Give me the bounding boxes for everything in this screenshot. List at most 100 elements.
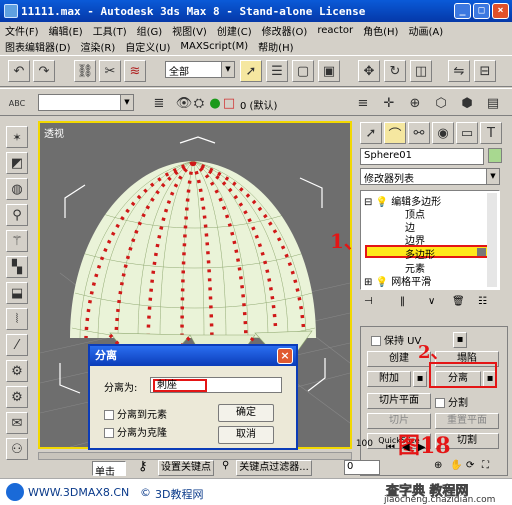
show-end-result-icon[interactable]: ‖	[400, 296, 405, 307]
pan-icon[interactable]: ✋	[450, 460, 462, 471]
preview-icon[interactable]: ⚇	[6, 438, 28, 460]
tab-utilities[interactable]: T	[480, 122, 502, 144]
stack-item-edit-poly[interactable]: ⊟ 💡 编辑多边形	[364, 193, 441, 208]
zoom-icon[interactable]: ⊕	[434, 460, 442, 471]
play-icon[interactable]: ▶	[418, 442, 426, 453]
orbit-icon[interactable]: ⟳	[466, 460, 474, 471]
rotate-icon[interactable]: ↻	[384, 60, 406, 82]
menu-maxscript[interactable]: MAXScript(M)	[175, 41, 253, 52]
mirror-icon[interactable]: ⇋	[448, 60, 470, 82]
named-selection-dropdown[interactable]: ▼	[38, 94, 134, 111]
cloth-icon[interactable]: ◍	[6, 178, 28, 200]
create-layer-icon[interactable]: ✛	[378, 92, 400, 114]
reset-plane-button[interactable]: 重置平面	[435, 413, 499, 429]
unlink-icon[interactable]: ✂	[99, 60, 121, 82]
rope-icon[interactable]: ⚚	[6, 230, 28, 252]
stack-item-polygon[interactable]: 多边形	[365, 245, 491, 261]
toy-car-icon[interactable]: ✉	[6, 412, 28, 434]
attach-list-button[interactable]: ▪	[413, 371, 427, 387]
deforming-mesh-icon[interactable]: ▚	[6, 256, 28, 278]
menu-file[interactable]: 文件(F)	[0, 23, 44, 38]
menu-create[interactable]: 创建(C)	[212, 23, 257, 38]
undo-icon[interactable]: ↶	[8, 60, 30, 82]
add-to-layer-icon[interactable]: ⊕	[404, 92, 426, 114]
object-color-swatch[interactable]	[488, 148, 502, 163]
wind-icon[interactable]: ⚙	[6, 386, 28, 408]
prev-frame-icon[interactable]: ◀	[402, 442, 410, 453]
tab-display[interactable]: ▭	[456, 122, 478, 144]
preserve-uv-settings-button[interactable]: ▪	[453, 332, 467, 348]
rigid-body-icon[interactable]: ◩	[6, 152, 28, 174]
layer-manager-icon[interactable]: ≣	[148, 92, 170, 114]
detach-to-element-checkbox[interactable]: 分离到元素	[104, 406, 167, 421]
modifier-stack[interactable]: ⊟ 💡 编辑多边形 顶点 边 边界 多边形 元素 ⊞ 💡 网格平滑	[360, 190, 500, 290]
detach-as-clone-checkbox[interactable]: 分离为克隆	[104, 424, 167, 439]
align-icon[interactable]: ⊟	[474, 60, 496, 82]
layer-value[interactable]: 0 (默认)	[240, 97, 277, 112]
menu-edit[interactable]: 编辑(E)	[44, 23, 88, 38]
remove-modifier-icon[interactable]: 🗑	[452, 296, 465, 307]
spring-icon[interactable]: ⦚	[6, 308, 28, 330]
menu-modifiers[interactable]: 修改器(O)	[257, 23, 313, 38]
modifier-list-dropdown[interactable]: 修改器列表 ▼	[360, 168, 500, 185]
menu-reactor[interactable]: reactor	[312, 25, 358, 36]
tab-create[interactable]: ➚	[360, 122, 382, 144]
layer-color-icon[interactable]: □	[218, 92, 240, 114]
menu-views[interactable]: 视图(V)	[167, 23, 212, 38]
menu-group[interactable]: 组(G)	[132, 23, 168, 38]
menu-character[interactable]: 角色(H)	[358, 23, 403, 38]
abc-icon[interactable]: ABC	[6, 92, 28, 114]
select-link-icon[interactable]: ⛓	[74, 60, 96, 82]
detach-as-input[interactable]: 刺座	[150, 377, 282, 393]
ok-button[interactable]: 确定	[218, 404, 274, 422]
select-object-icon[interactable]: ➚	[240, 60, 262, 82]
plane-icon[interactable]: ⬓	[6, 282, 28, 304]
reactor-icon[interactable]: ✶	[6, 126, 28, 148]
dialog-close-icon[interactable]: ×	[277, 348, 293, 364]
menu-animation[interactable]: 动画(A)	[403, 23, 448, 38]
window-crossing-icon[interactable]: ▣	[318, 60, 340, 82]
configure-sets-icon[interactable]: ☷	[478, 296, 487, 307]
selection-filter-dropdown[interactable]: 全部 ▼	[165, 61, 235, 78]
select-by-name-icon[interactable]: ☰	[266, 60, 288, 82]
select-in-layer-icon[interactable]: ⬡	[430, 92, 452, 114]
sphere-mesh[interactable]	[65, 158, 325, 348]
redo-icon[interactable]: ↷	[33, 60, 55, 82]
soft-body-icon[interactable]: ⚲	[6, 204, 28, 226]
minimize-button[interactable]: _	[454, 3, 471, 19]
motor-icon[interactable]: ⚙	[6, 360, 28, 382]
time-slider[interactable]: 100	[38, 439, 373, 460]
move-icon[interactable]: ✥	[358, 60, 380, 82]
key-filter-icon[interactable]: ⚲	[222, 460, 229, 471]
key-icon[interactable]: ⚷	[138, 459, 148, 474]
object-name-field[interactable]: Sphere01	[360, 148, 484, 165]
tab-modify[interactable]: ⌒	[384, 122, 406, 144]
tab-hierarchy[interactable]: ⚯	[408, 122, 430, 144]
bind-spacewarp-icon[interactable]: ≋	[124, 60, 146, 82]
goto-start-icon[interactable]: ⏮	[386, 442, 395, 453]
slice-plane-button[interactable]: 切片平面	[367, 393, 431, 409]
layer-add-icon[interactable]: ≡	[352, 92, 374, 114]
menu-help[interactable]: 帮助(H)	[253, 39, 298, 54]
tab-motion[interactable]: ◉	[432, 122, 454, 144]
close-button[interactable]: ×	[492, 3, 509, 19]
stack-item-meshsmooth[interactable]: ⊞ 💡 网格平滑	[364, 273, 431, 288]
menu-rendering[interactable]: 渲染(R)	[76, 39, 121, 54]
key-filters-button[interactable]: 关键点过滤器...	[236, 460, 312, 476]
maximize-button[interactable]: □	[473, 3, 490, 19]
menu-tools[interactable]: 工具(T)	[88, 23, 132, 38]
menu-graph-editors[interactable]: 图表编辑器(D)	[0, 39, 76, 54]
scale-icon[interactable]: ◫	[410, 60, 432, 82]
split-checkbox[interactable]: 分割	[435, 394, 468, 409]
pin-stack-icon[interactable]: ⊣	[364, 296, 373, 307]
dashpot-icon[interactable]: ⁄	[6, 334, 28, 356]
stack-scrollbar[interactable]	[487, 193, 497, 287]
set-current-layer-icon[interactable]: ⬢	[456, 92, 478, 114]
maximize-viewport-icon[interactable]: ⛶	[482, 460, 489, 471]
preserve-uv-checkbox[interactable]: 保持 UV	[371, 332, 421, 347]
cancel-button[interactable]: 取消	[218, 426, 274, 444]
rect-selection-icon[interactable]: ▢	[292, 60, 314, 82]
menu-customize[interactable]: 自定义(U)	[120, 39, 175, 54]
set-key-button[interactable]: 设置关键点	[158, 460, 214, 476]
make-unique-icon[interactable]: ∨	[428, 296, 435, 307]
